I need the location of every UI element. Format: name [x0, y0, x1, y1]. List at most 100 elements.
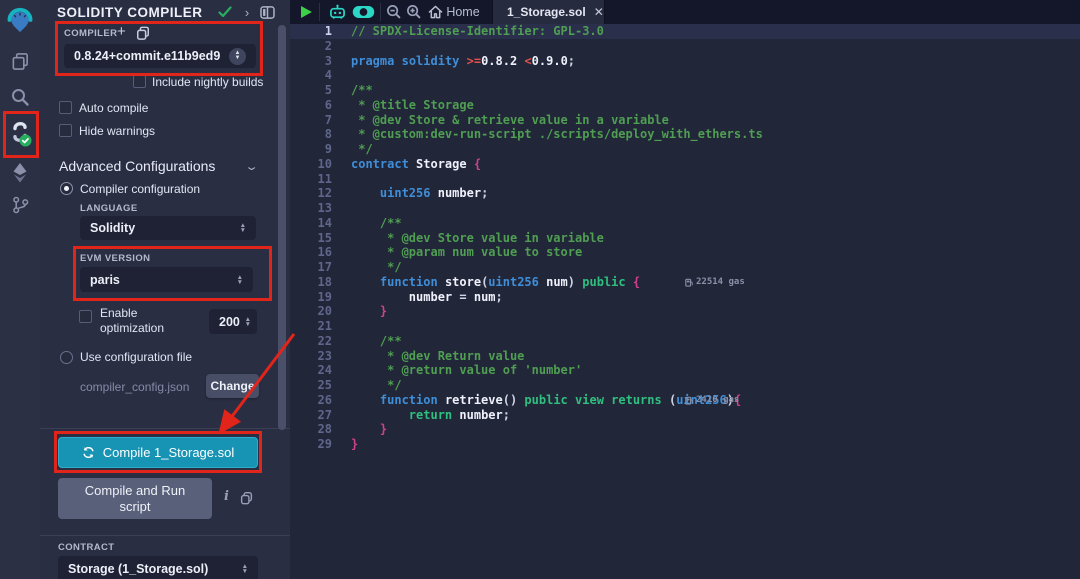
panel-scrollbar[interactable] — [278, 25, 286, 430]
line-number[interactable]: 19 — [290, 290, 332, 305]
code-line[interactable]: 20 } — [290, 304, 1080, 319]
code-line[interactable]: 5/** — [290, 83, 1080, 98]
code-line[interactable]: 19 number = num; — [290, 290, 1080, 305]
code-line[interactable]: 2 — [290, 39, 1080, 54]
line-number[interactable]: 21 — [290, 319, 332, 334]
line-number[interactable]: 15 — [290, 231, 332, 246]
code-line[interactable]: 7 * @dev Store & retrieve value in a var… — [290, 113, 1080, 128]
line-number[interactable]: 11 — [290, 172, 332, 187]
line-number[interactable]: 25 — [290, 378, 332, 393]
change-config-button[interactable]: Change — [206, 374, 259, 398]
hide-warnings-checkbox[interactable] — [59, 124, 72, 137]
chevron-down-icon[interactable]: ⌄ — [244, 160, 259, 173]
include-nightly-checkbox[interactable] — [133, 75, 146, 88]
chevron-right-icon[interactable]: › — [238, 4, 256, 20]
code-line[interactable]: 26 function retrieve() public view retur… — [290, 393, 1080, 408]
compiler-configuration-label[interactable]: Compiler configuration — [80, 182, 200, 196]
code-line[interactable]: 13 — [290, 201, 1080, 216]
search-icon[interactable] — [0, 82, 40, 112]
line-number[interactable]: 3 — [290, 54, 332, 69]
auto-compile-checkbox[interactable] — [59, 101, 72, 114]
line-number[interactable]: 17 — [290, 260, 332, 275]
code-line[interactable]: 28 } — [290, 422, 1080, 437]
code-line[interactable]: 16 * @param num value to store — [290, 245, 1080, 260]
home-tab[interactable]: Home — [444, 0, 482, 24]
code-line[interactable]: 27 return number; — [290, 408, 1080, 423]
line-number[interactable]: 16 — [290, 245, 332, 260]
code-line[interactable]: 14 /** — [290, 216, 1080, 231]
close-icon[interactable]: ✕ — [594, 5, 604, 19]
line-number[interactable]: 14 — [290, 216, 332, 231]
line-number[interactable]: 13 — [290, 201, 332, 216]
code-line[interactable]: 11 — [290, 172, 1080, 187]
hide-warnings-label[interactable]: Hide warnings — [79, 124, 155, 138]
auto-compile-label[interactable]: Auto compile — [79, 101, 148, 115]
stepper-icon[interactable]: ▲▼ — [245, 317, 251, 327]
compiler-configuration-radio[interactable] — [60, 182, 73, 195]
evm-version-select[interactable]: paris ▲▼ — [80, 267, 253, 292]
line-number[interactable]: 20 — [290, 304, 332, 319]
code-editor[interactable]: 1// SPDX-License-Identifier: GPL-3.023pr… — [290, 24, 1080, 579]
line-number[interactable]: 5 — [290, 83, 332, 98]
enable-optimization-label[interactable]: Enable optimization — [100, 306, 180, 336]
line-number[interactable]: 10 — [290, 157, 332, 172]
line-number[interactable]: 26 — [290, 393, 332, 408]
line-number[interactable]: 18 — [290, 275, 332, 290]
code-line[interactable]: 4 — [290, 68, 1080, 83]
stepper-icon[interactable]: ▲▼ — [229, 48, 246, 65]
code-line[interactable]: 17 */ — [290, 260, 1080, 275]
toggle-icon[interactable] — [350, 0, 376, 24]
remix-logo[interactable] — [0, 3, 40, 35]
line-number[interactable]: 6 — [290, 98, 332, 113]
use-configuration-file-label[interactable]: Use configuration file — [80, 350, 192, 364]
line-number[interactable]: 29 — [290, 437, 332, 452]
code-line[interactable]: 12 uint256 number; — [290, 186, 1080, 201]
code-line[interactable]: 24 * @return value of 'number' — [290, 363, 1080, 378]
copy-icon[interactable] — [240, 491, 253, 505]
enable-optimization-checkbox[interactable] — [79, 310, 92, 323]
line-number[interactable]: 8 — [290, 127, 332, 142]
code-line[interactable]: 25 */ — [290, 378, 1080, 393]
zoom-in-icon[interactable] — [404, 0, 424, 24]
code-line[interactable]: 15 * @dev Store value in variable — [290, 231, 1080, 246]
file-explorer-icon[interactable] — [0, 46, 40, 76]
panel-columns-icon[interactable] — [258, 4, 276, 20]
compile-and-run-button[interactable]: Compile and Run script — [58, 478, 212, 519]
code-line[interactable]: 1// SPDX-License-Identifier: GPL-3.0 — [290, 24, 1080, 39]
line-number[interactable]: 27 — [290, 408, 332, 423]
home-icon[interactable] — [426, 0, 444, 24]
git-branch-icon[interactable] — [0, 190, 40, 220]
line-number[interactable]: 24 — [290, 363, 332, 378]
line-number[interactable]: 7 — [290, 113, 332, 128]
solidity-compiler-icon[interactable] — [0, 116, 40, 154]
compiler-version-select[interactable]: 0.8.24+commit.e11b9ed9 ▲▼ — [64, 44, 256, 68]
add-compiler-icon[interactable]: + — [117, 23, 126, 40]
line-number[interactable]: 2 — [290, 39, 332, 54]
tab-1-storage-sol[interactable]: 1_Storage.sol ✕ — [492, 0, 605, 24]
language-select[interactable]: Solidity ▲▼ — [80, 216, 256, 240]
line-number[interactable]: 9 — [290, 142, 332, 157]
ai-robot-icon[interactable] — [325, 0, 349, 24]
code-line[interactable]: 23 * @dev Return value — [290, 349, 1080, 364]
advanced-configurations-title[interactable]: Advanced Configurations — [59, 158, 215, 174]
code-line[interactable]: 22 /** — [290, 334, 1080, 349]
code-line[interactable]: 10contract Storage { — [290, 157, 1080, 172]
deploy-run-icon[interactable] — [0, 158, 40, 188]
code-line[interactable]: 29} — [290, 437, 1080, 452]
code-line[interactable]: 6 * @title Storage — [290, 98, 1080, 113]
line-number[interactable]: 4 — [290, 68, 332, 83]
line-number[interactable]: 23 — [290, 349, 332, 364]
code-line[interactable]: 18 function store(uint256 num) public {2… — [290, 275, 1080, 290]
zoom-out-icon[interactable] — [384, 0, 404, 24]
code-line[interactable]: 21 — [290, 319, 1080, 334]
info-icon[interactable]: i — [224, 489, 229, 504]
line-number[interactable]: 1 — [290, 24, 332, 39]
code-line[interactable]: 9 */ — [290, 142, 1080, 157]
line-number[interactable]: 28 — [290, 422, 332, 437]
copy-file-icon[interactable] — [136, 26, 150, 40]
line-number[interactable]: 22 — [290, 334, 332, 349]
optimization-runs-input[interactable]: 200 ▲▼ — [209, 309, 257, 334]
include-nightly-label[interactable]: Include nightly builds — [152, 75, 263, 89]
use-configuration-file-radio[interactable] — [60, 351, 73, 364]
play-icon[interactable] — [297, 0, 315, 24]
